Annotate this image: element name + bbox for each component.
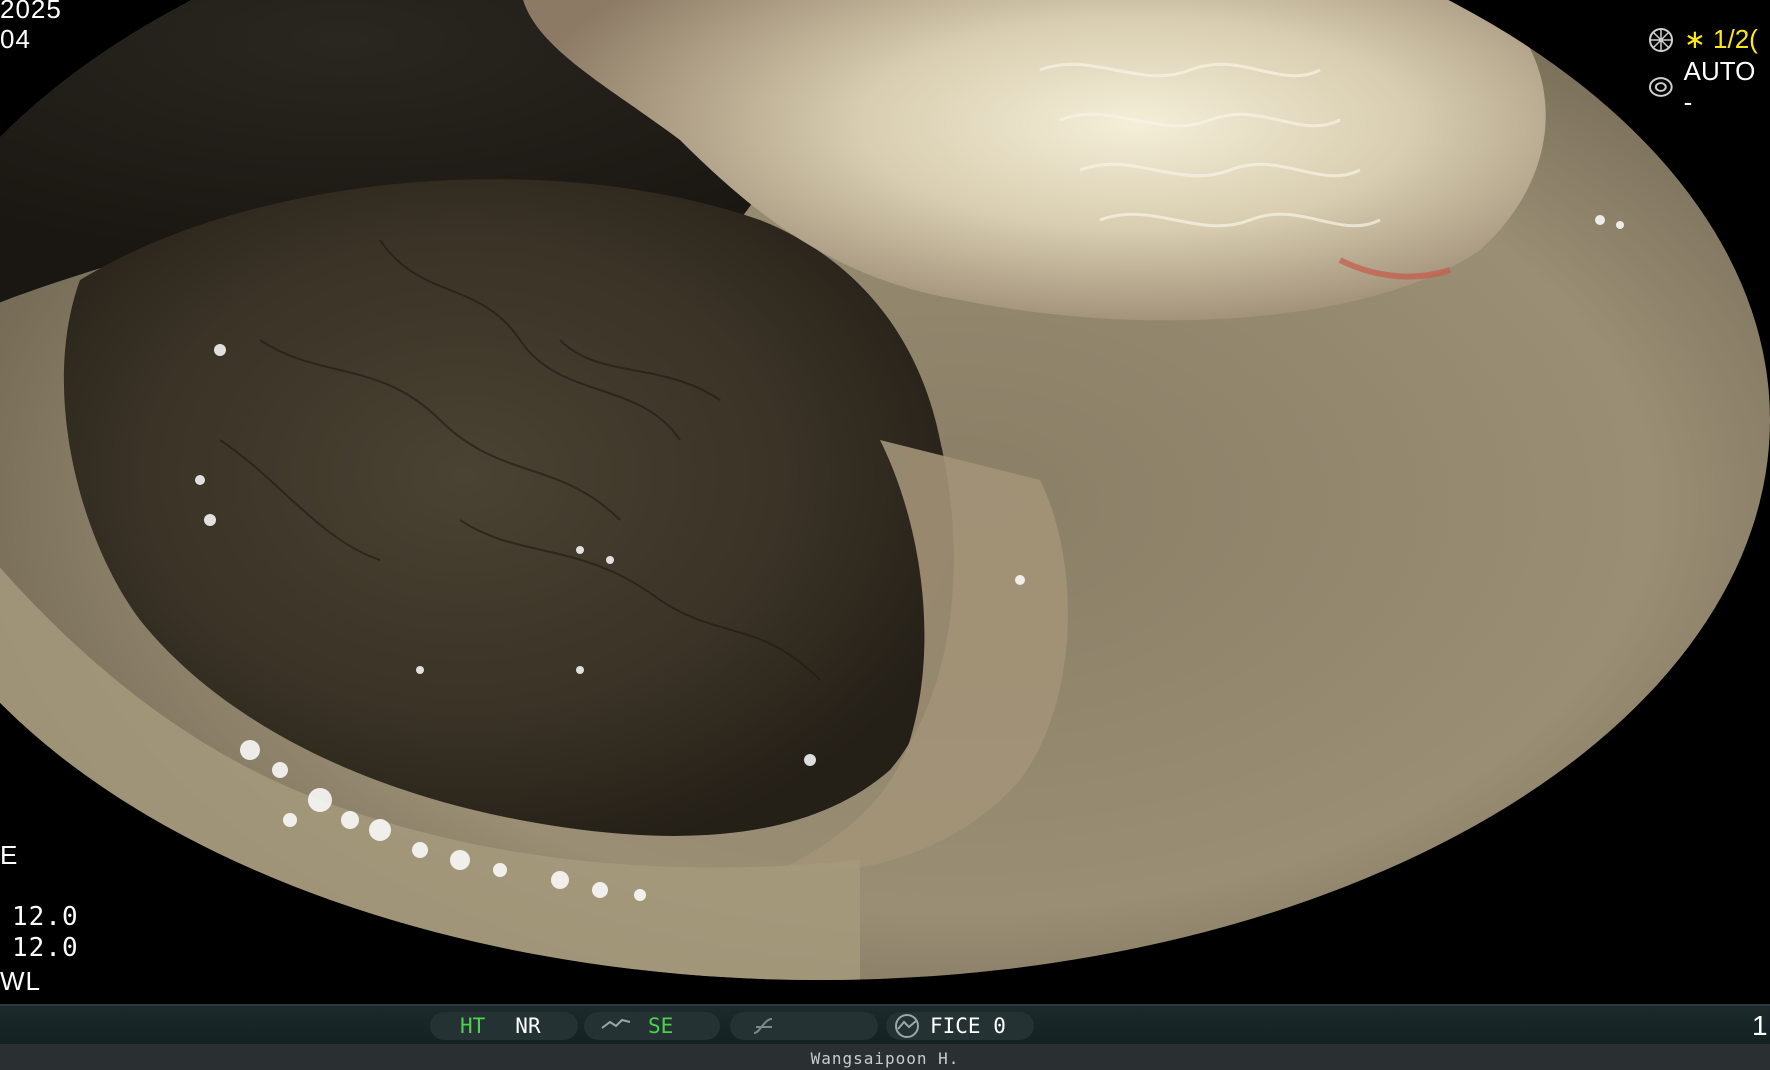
shutter-status: ∗ 1/2(	[1648, 24, 1758, 55]
status-right-number: 1	[1752, 1010, 1769, 1041]
curve-icon	[753, 1018, 773, 1034]
status-bar: HT NR SE FICE 0 1	[0, 1004, 1770, 1046]
endoscopic-image	[0, 0, 1770, 980]
iris-status: AUTO -	[1648, 56, 1770, 118]
endoscope-view	[0, 0, 1770, 1000]
curve-group	[730, 1012, 878, 1040]
date-text: 2025	[0, 0, 62, 24]
light-mode-text: WL	[0, 966, 41, 996]
iris-mode: AUTO -	[1683, 56, 1756, 117]
enhance-icon	[601, 1018, 631, 1029]
ht-nr-group: HT NR	[430, 1012, 578, 1040]
operator-bar: Wangsaipoon H.	[0, 1044, 1770, 1070]
nr-label: NR	[515, 1014, 541, 1038]
value-readout-2: 12.0	[12, 933, 79, 963]
shutter-value: ∗ 1/2(	[1684, 24, 1758, 54]
shutter-icon	[1649, 27, 1673, 52]
se-group: SE	[584, 1012, 720, 1040]
se-label: SE	[648, 1014, 674, 1038]
ht-label: HT	[460, 1014, 486, 1038]
fice-icon	[895, 1014, 919, 1038]
fice-group: FICE 0	[886, 1012, 1034, 1040]
operator-name: Wangsaipoon H.	[810, 1049, 960, 1068]
mode-indicator: E	[0, 840, 19, 870]
time-text: 04	[0, 24, 31, 54]
iris-icon	[1648, 77, 1673, 97]
value-readout-1: 12.0	[12, 902, 79, 932]
fice-label: FICE 0	[930, 1014, 1006, 1038]
